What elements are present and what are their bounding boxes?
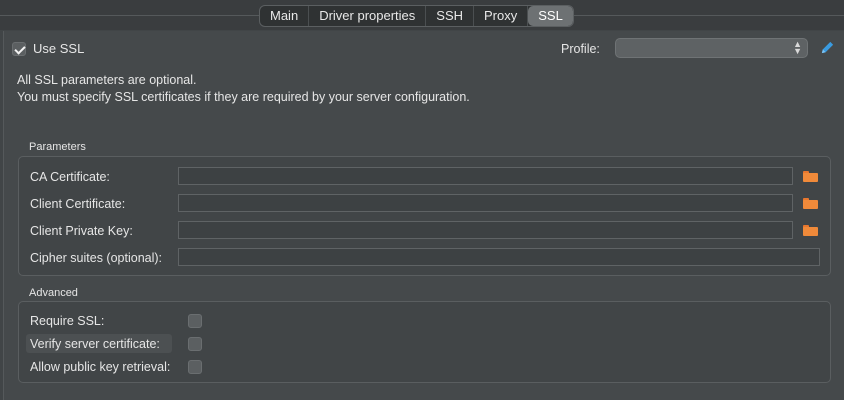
cipher-suites-label: Cipher suites (optional): bbox=[30, 251, 163, 265]
use-ssl-label: Use SSL bbox=[33, 41, 85, 56]
advanced-group-title: Advanced bbox=[29, 287, 78, 299]
profile-label: Profile: bbox=[561, 42, 600, 56]
tab-ssh[interactable]: SSH bbox=[426, 6, 475, 26]
use-ssl-checkbox[interactable] bbox=[12, 42, 26, 56]
client-private-key-input[interactable] bbox=[178, 221, 793, 239]
info-text-optional: All SSL parameters are optional. bbox=[17, 73, 197, 87]
require-ssl-label: Require SSL: bbox=[30, 314, 105, 328]
verify-server-certificate-checkbox[interactable] bbox=[188, 337, 202, 351]
allow-public-key-retrieval-checkbox[interactable] bbox=[188, 360, 202, 374]
tab-proxy[interactable]: Proxy bbox=[474, 6, 529, 26]
cipher-suites-input[interactable] bbox=[178, 248, 820, 266]
allow-public-key-retrieval-label: Allow public key retrieval: bbox=[30, 360, 171, 374]
tab-driver-properties[interactable]: Driver properties bbox=[309, 6, 427, 26]
info-text-requirement: You must specify SSL certificates if the… bbox=[17, 90, 470, 104]
client-certificate-label: Client Certificate: bbox=[30, 197, 126, 211]
edit-pencil-icon[interactable] bbox=[820, 40, 835, 55]
client-private-key-label: Client Private Key: bbox=[30, 224, 133, 238]
folder-icon[interactable] bbox=[803, 171, 818, 182]
folder-icon[interactable] bbox=[803, 225, 818, 236]
require-ssl-checkbox[interactable] bbox=[188, 314, 202, 328]
client-certificate-input[interactable] bbox=[178, 194, 793, 212]
chevron-updown-icon: ▲ ▼ bbox=[793, 39, 802, 56]
tab-ssl[interactable]: SSL bbox=[528, 6, 573, 26]
tab-strip: Main Driver properties SSH Proxy SSL bbox=[259, 5, 574, 27]
verify-server-certificate-label: Verify server certificate: bbox=[30, 337, 160, 351]
folder-icon[interactable] bbox=[803, 198, 818, 209]
ca-certificate-label: CA Certificate: bbox=[30, 170, 110, 184]
profile-select[interactable]: ▲ ▼ bbox=[615, 38, 808, 58]
parameters-group-title: Parameters bbox=[29, 141, 86, 153]
ca-certificate-input[interactable] bbox=[178, 167, 793, 185]
tab-main[interactable]: Main bbox=[260, 6, 310, 26]
